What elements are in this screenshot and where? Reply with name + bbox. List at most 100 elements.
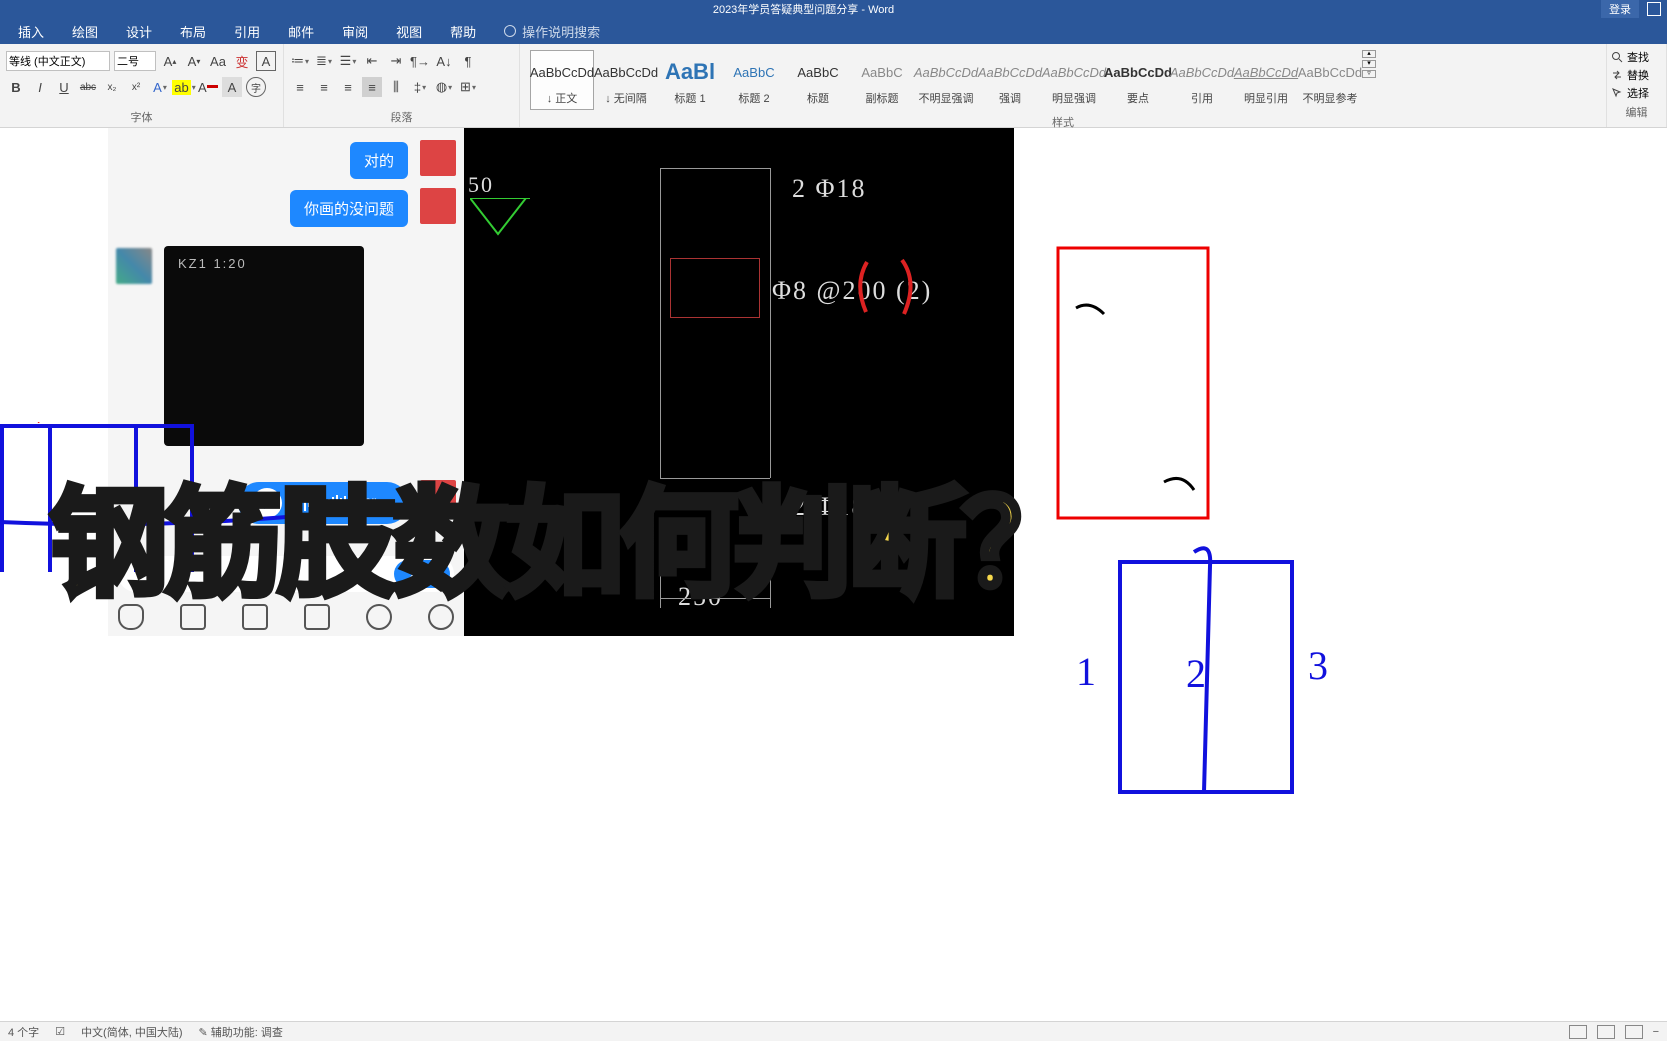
proofing-icon[interactable]: ☑ [55,1025,65,1038]
ltr-button[interactable]: ¶→ [410,51,430,71]
justify-button[interactable]: ≡ [362,77,382,97]
borders-button[interactable]: ⊞▾ [458,77,478,97]
style-要点[interactable]: AaBbCcDd要点 [1106,50,1170,110]
bold-button[interactable]: B [6,77,26,97]
select-button[interactable]: 选择 [1611,84,1662,102]
find-button[interactable]: 查找 [1611,48,1662,66]
chat-msg-2: 你画的没问题 [290,190,408,227]
language-status[interactable]: 中文(简体, 中国大陆) [81,1024,182,1040]
numbering-button[interactable]: ≣▾ [314,51,334,71]
bullets-button[interactable]: ≔▾ [290,51,310,71]
black-marks [1072,296,1202,516]
enclose-char-button[interactable]: 字 [246,77,266,97]
overlay-title: 钢筋肢数如何判断？ [50,448,1076,619]
tab-review[interactable]: 审阅 [328,18,382,45]
style-标题 2[interactable]: AaBbC标题 2 [722,50,786,110]
tab-draw[interactable]: 绘图 [58,18,112,45]
highlight-button[interactable]: ab▾ [174,77,194,97]
font-name-select[interactable] [6,51,110,71]
subscript-button[interactable]: x₂ [102,77,122,97]
chat-avatar-3 [116,248,152,284]
login-button[interactable]: 登录 [1601,0,1639,18]
grow-font-button[interactable]: A▴ [160,51,180,71]
replace-button[interactable]: 替换 [1611,66,1662,84]
tell-me[interactable]: 操作说明搜索 [490,22,600,41]
style-不明显强调[interactable]: AaBbCcDd不明显强调 [914,50,978,110]
tab-layout[interactable]: 布局 [166,18,220,45]
chat-image-label: KZ1 1:20 [178,256,247,271]
print-layout-button[interactable] [1597,1025,1615,1039]
style-副标题[interactable]: AaBbC副标题 [850,50,914,110]
show-marks-button[interactable]: ¶ [458,51,478,71]
distribute-button[interactable]: ⫼ [386,77,406,97]
align-right-button[interactable]: ≡ [338,77,358,97]
align-center-button[interactable]: ≡ [314,77,334,97]
shading-button[interactable]: ◍▾ [434,77,454,97]
style-引用[interactable]: AaBbCcDd引用 [1170,50,1234,110]
styles-more-button[interactable]: ▴▾▿ [1362,50,1376,78]
text-effects-button[interactable]: A▾ [150,77,170,97]
sketch-num-3: 3 [1308,642,1328,689]
shrink-font-button[interactable]: A▾ [184,51,204,71]
cad-dim-50: 50 [468,172,494,198]
style-标题[interactable]: AaBbC标题 [786,50,850,110]
char-shading-button[interactable]: A [222,77,242,97]
document-canvas[interactable]: 对的 你画的没问题 KZ1 1:20 16" 发送 2 Φ1 [0,128,1667,1021]
style-↓ 正文[interactable]: AaBbCcDd↓ 正文 [530,50,594,110]
document-title: 2023年学员答疑典型问题分享 - Word [6,1,1601,17]
replace-icon [1611,69,1623,81]
ribbon-display-icon[interactable] [1647,2,1661,16]
cad-label-top: 2 Φ18 [792,174,867,204]
ribbon-tabs: 插入 绘图 设计 布局 引用 邮件 审阅 视图 帮助 操作说明搜索 [0,18,1667,44]
increase-indent-button[interactable]: ⇥ [386,51,406,71]
underline-button[interactable]: U [54,77,74,97]
bulb-icon [504,25,516,37]
superscript-button[interactable]: x² [126,77,146,97]
word-count[interactable]: 4 个字 [8,1024,39,1040]
font-color-button[interactable]: A [198,77,218,97]
chat-avatar-1 [420,140,456,176]
tab-references[interactable]: 引用 [220,18,274,45]
styles-gallery[interactable]: AaBbCcDd↓ 正文AaBbCcDd↓ 无间隔AaBl标题 1AaBbC标题… [526,48,1600,112]
editing-group: 查找 替换 选择 编辑 [1607,44,1667,127]
chat-avatar-2 [420,188,456,224]
change-case-button[interactable]: Aa [208,51,228,71]
style-标题 1[interactable]: AaBl标题 1 [658,50,722,110]
tab-design[interactable]: 设计 [112,18,166,45]
font-group: A▴ A▾ Aa 变 A B I U abc x₂ x² A▾ ab▾ A A … [0,44,284,127]
search-icon [1611,51,1623,63]
strike-button[interactable]: abc [78,77,98,97]
style-强调[interactable]: AaBbCcDd强调 [978,50,1042,110]
tab-view[interactable]: 视图 [382,18,436,45]
font-group-label: 字体 [6,107,277,125]
style-不明显参考[interactable]: AaBbCcDd不明显参考 [1298,50,1362,110]
sketch-num-2: 2 [1186,650,1206,697]
accessibility-status[interactable]: ✎ 辅助功能: 调查 [199,1024,283,1040]
phonetic-guide-button[interactable]: 变 [232,51,252,71]
char-border-button[interactable]: A [256,51,276,71]
style-↓ 无间隔[interactable]: AaBbCcDd↓ 无间隔 [594,50,658,110]
font-size-select[interactable] [114,51,156,71]
styles-group: AaBbCcDd↓ 正文AaBbCcDd↓ 无间隔AaBl标题 1AaBbC标题… [520,44,1607,127]
chat-msg-1: 对的 [350,142,408,179]
web-layout-button[interactable] [1625,1025,1643,1039]
ground-symbol-icon [470,198,530,238]
italic-button[interactable]: I [30,77,50,97]
style-明显强调[interactable]: AaBbCcDd明显强调 [1042,50,1106,110]
line-spacing-button[interactable]: ‡▾ [410,77,430,97]
tab-insert[interactable]: 插入 [4,18,58,45]
read-mode-button[interactable] [1569,1025,1587,1039]
chat-image[interactable]: KZ1 1:20 [164,246,364,446]
multilevel-button[interactable]: ☰▾ [338,51,358,71]
cursor-icon [1611,87,1623,99]
paragraph-group-label: 段落 [290,107,513,125]
tab-help[interactable]: 帮助 [436,18,490,45]
decrease-indent-button[interactable]: ⇤ [362,51,382,71]
zoom-out-button[interactable]: − [1653,1026,1659,1038]
align-left-button[interactable]: ≡ [290,77,310,97]
ribbon: A▴ A▾ Aa 变 A B I U abc x₂ x² A▾ ab▾ A A … [0,44,1667,128]
sort-button[interactable]: A↓ [434,51,454,71]
style-明显引用[interactable]: AaBbCcDd明显引用 [1234,50,1298,110]
status-bar: 4 个字 ☑ 中文(简体, 中国大陆) ✎ 辅助功能: 调查 − [0,1021,1667,1041]
tab-mailings[interactable]: 邮件 [274,18,328,45]
